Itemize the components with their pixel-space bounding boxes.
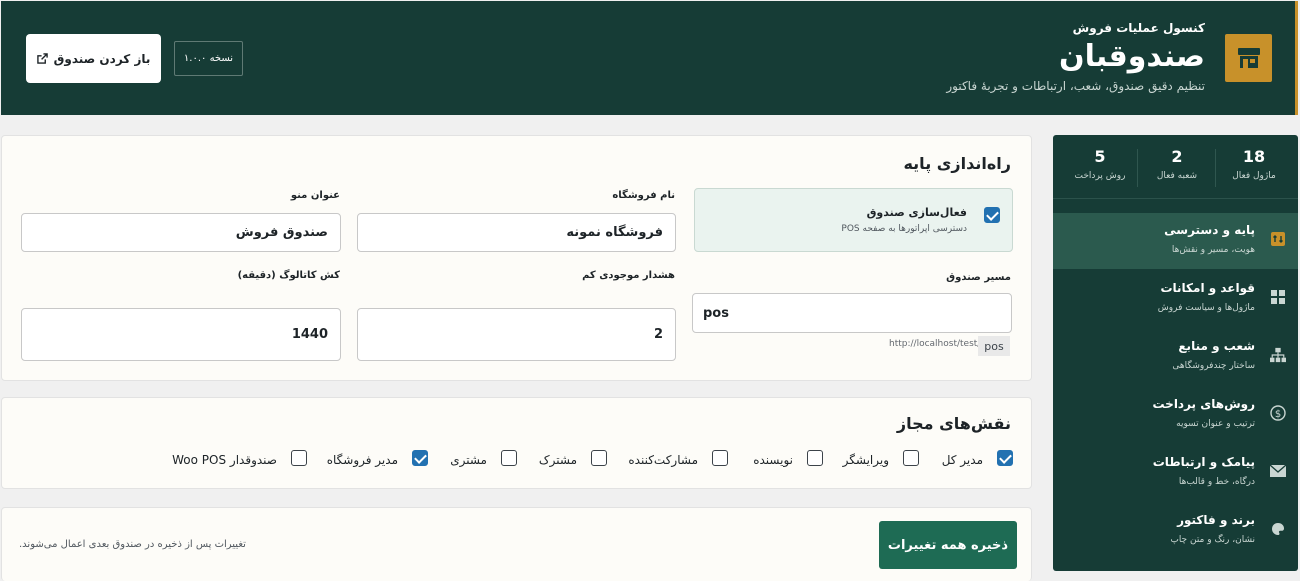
header-subtitle: تنظیم دقیق صندوق، شعب، ارتباطات و تجربهٔ… xyxy=(946,79,1205,93)
nav-subtitle: هویت، مسیر و نقش‌ها xyxy=(1171,245,1255,255)
role-label: صندوقدار Woo POS xyxy=(172,453,277,467)
role-label: مدیر کل xyxy=(941,453,983,467)
envelope-icon xyxy=(1270,463,1286,479)
stat-active-modules: 18 ماژول فعال xyxy=(1215,147,1293,181)
stat-active-branches: 2 شعبه فعال xyxy=(1138,147,1216,181)
save-note: تغییرات پس از ذخیره در صندوق بعدی اعمال … xyxy=(19,539,246,550)
hierarchy-icon xyxy=(1270,347,1286,363)
nav-item-branches[interactable]: شعب و منابع ساختار چندفروشگاهی xyxy=(1053,329,1298,385)
palette-icon xyxy=(1270,521,1286,537)
svg-text:$: $ xyxy=(1275,409,1281,420)
nav-item-basics[interactable]: پایه و دسترسی هویت، مسیر و نقش‌ها xyxy=(1053,213,1298,269)
role-label: مشتری xyxy=(450,453,487,467)
stat-value: 5 xyxy=(1094,147,1106,166)
nav-subtitle: ماژول‌ها و سیاست فروش xyxy=(1157,303,1255,313)
stat-value: 2 xyxy=(1171,147,1183,166)
menu-title-label: عنوان منو xyxy=(290,190,340,201)
store-name-label: نام فروشگاه xyxy=(612,190,675,201)
low-stock-value: 2 xyxy=(653,327,663,342)
nav-title: پیامک و ارتباطات xyxy=(1152,455,1255,469)
store-logo xyxy=(1225,34,1272,82)
stats-bar: 18 ماژول فعال 2 شعبه فعال 5 روش پرداخت xyxy=(1053,135,1298,199)
role-label: مشترک xyxy=(538,453,577,467)
activate-pos-checkbox[interactable] xyxy=(984,207,1000,223)
nav-title: قواعد و امکانات xyxy=(1160,281,1255,295)
role-checkbox-customer[interactable] xyxy=(501,450,517,466)
section-title: نقش‌های مجاز xyxy=(896,414,1011,433)
role-label: نویسنده xyxy=(753,453,793,467)
app-header: کنسول عملیات فروش صندوقبان تنظیم دقیق صن… xyxy=(1,1,1298,115)
catalog-cache-label: کش کاتالوگ (دقیقه) xyxy=(237,270,340,281)
save-all-button[interactable]: ذخیره همه تغییرات xyxy=(879,521,1017,569)
pos-path-input[interactable]: pos xyxy=(692,293,1012,333)
catalog-cache-value: 1440 xyxy=(291,327,328,342)
settings-sidebar: 18 ماژول فعال 2 شعبه فعال 5 روش پرداخت پ… xyxy=(1053,135,1298,571)
nav-subtitle: ساختار چندفروشگاهی xyxy=(1172,361,1255,371)
nav-item-brand[interactable]: برند و فاکتور نشان، رنگ و متن چاپ xyxy=(1053,503,1298,559)
catalog-cache-input[interactable]: 1440 xyxy=(21,308,341,361)
store-name-value: فروشگاه نمونه xyxy=(566,225,663,240)
role-checkbox-author[interactable] xyxy=(807,450,823,466)
store-name-input[interactable]: فروشگاه نمونه xyxy=(357,213,676,252)
key-icon xyxy=(1270,231,1286,247)
activate-pos-box[interactable]: فعال‌سازی صندوق دسترسی اپراتورها به صفحه… xyxy=(694,188,1013,252)
nav-subtitle: نشان، رنگ و متن چاپ xyxy=(1170,535,1255,545)
activate-pos-label: فعال‌سازی صندوق xyxy=(866,206,967,219)
dollar-icon: $ xyxy=(1270,405,1286,421)
activate-pos-description: دسترسی اپراتورها به صفحه POS xyxy=(841,224,967,234)
version-badge: نسخه ۱.۰.۰ xyxy=(174,41,243,76)
role-checkbox-admin[interactable] xyxy=(997,450,1013,466)
allowed-roles-card: نقش‌های مجاز مدیر کل ویرایشگر نویسنده مش… xyxy=(1,397,1032,489)
role-checkbox-shop-manager[interactable] xyxy=(412,450,428,466)
nav-title: شعب و منابع xyxy=(1178,339,1255,353)
stat-label: ماژول فعال xyxy=(1232,171,1276,181)
nav-item-rules[interactable]: قواعد و امکانات ماژول‌ها و سیاست فروش xyxy=(1053,271,1298,327)
role-checkbox-subscriber[interactable] xyxy=(591,450,607,466)
pos-url-prefix: http://localhost/test/ xyxy=(889,339,981,349)
stat-value: 18 xyxy=(1242,147,1266,166)
nav-title: برند و فاکتور xyxy=(1177,513,1255,527)
menu-title-input[interactable]: صندوق فروش xyxy=(21,213,341,252)
role-label: مدیر فروشگاه xyxy=(326,453,398,467)
stat-payment-methods: 5 روش پرداخت xyxy=(1061,147,1139,181)
basic-setup-card: راه‌اندازی پایه فعال‌سازی صندوق دسترسی ا… xyxy=(1,135,1032,381)
pos-path-label: مسیر صندوق xyxy=(946,272,1011,283)
pos-path-value: pos xyxy=(703,305,729,321)
role-label: ویرایشگر xyxy=(842,453,889,467)
role-checkbox-editor[interactable] xyxy=(903,450,919,466)
pos-url-suffix: pos xyxy=(978,336,1010,356)
role-checkbox-contributor[interactable] xyxy=(712,450,728,466)
storefront-icon xyxy=(1238,48,1260,68)
stat-label: شعبه فعال xyxy=(1156,171,1198,181)
stat-label: روش پرداخت xyxy=(1074,171,1126,181)
section-title: راه‌اندازی پایه xyxy=(903,154,1011,173)
save-bar: ذخیره همه تغییرات تغییرات پس از ذخیره در… xyxy=(1,507,1032,581)
nav-item-sms[interactable]: پیامک و ارتباطات درگاه، خط و قالب‌ها xyxy=(1053,445,1298,501)
grid-icon xyxy=(1270,289,1286,305)
nav-item-payments[interactable]: $ روش‌های پرداخت ترتیب و عنوان تسویه xyxy=(1053,387,1298,443)
header-kicker: کنسول عملیات فروش xyxy=(1072,21,1205,35)
low-stock-input[interactable]: 2 xyxy=(357,308,676,361)
external-link-icon xyxy=(36,53,48,64)
nav-subtitle: درگاه، خط و قالب‌ها xyxy=(1178,477,1255,487)
menu-title-value: صندوق فروش xyxy=(235,225,328,240)
nav-title: روش‌های پرداخت xyxy=(1152,397,1255,411)
open-pos-label: باز کردن صندوق xyxy=(53,51,151,66)
open-pos-button[interactable]: باز کردن صندوق xyxy=(26,34,161,83)
app-title: صندوقبان xyxy=(1059,39,1205,74)
low-stock-label: هشدار موجودی کم xyxy=(582,270,675,281)
role-label: مشارکت‌کننده xyxy=(628,453,698,467)
role-checkbox-pos-cashier[interactable] xyxy=(291,450,307,466)
nav-subtitle: ترتیب و عنوان تسویه xyxy=(1176,419,1255,429)
nav-title: پایه و دسترسی xyxy=(1164,223,1255,237)
